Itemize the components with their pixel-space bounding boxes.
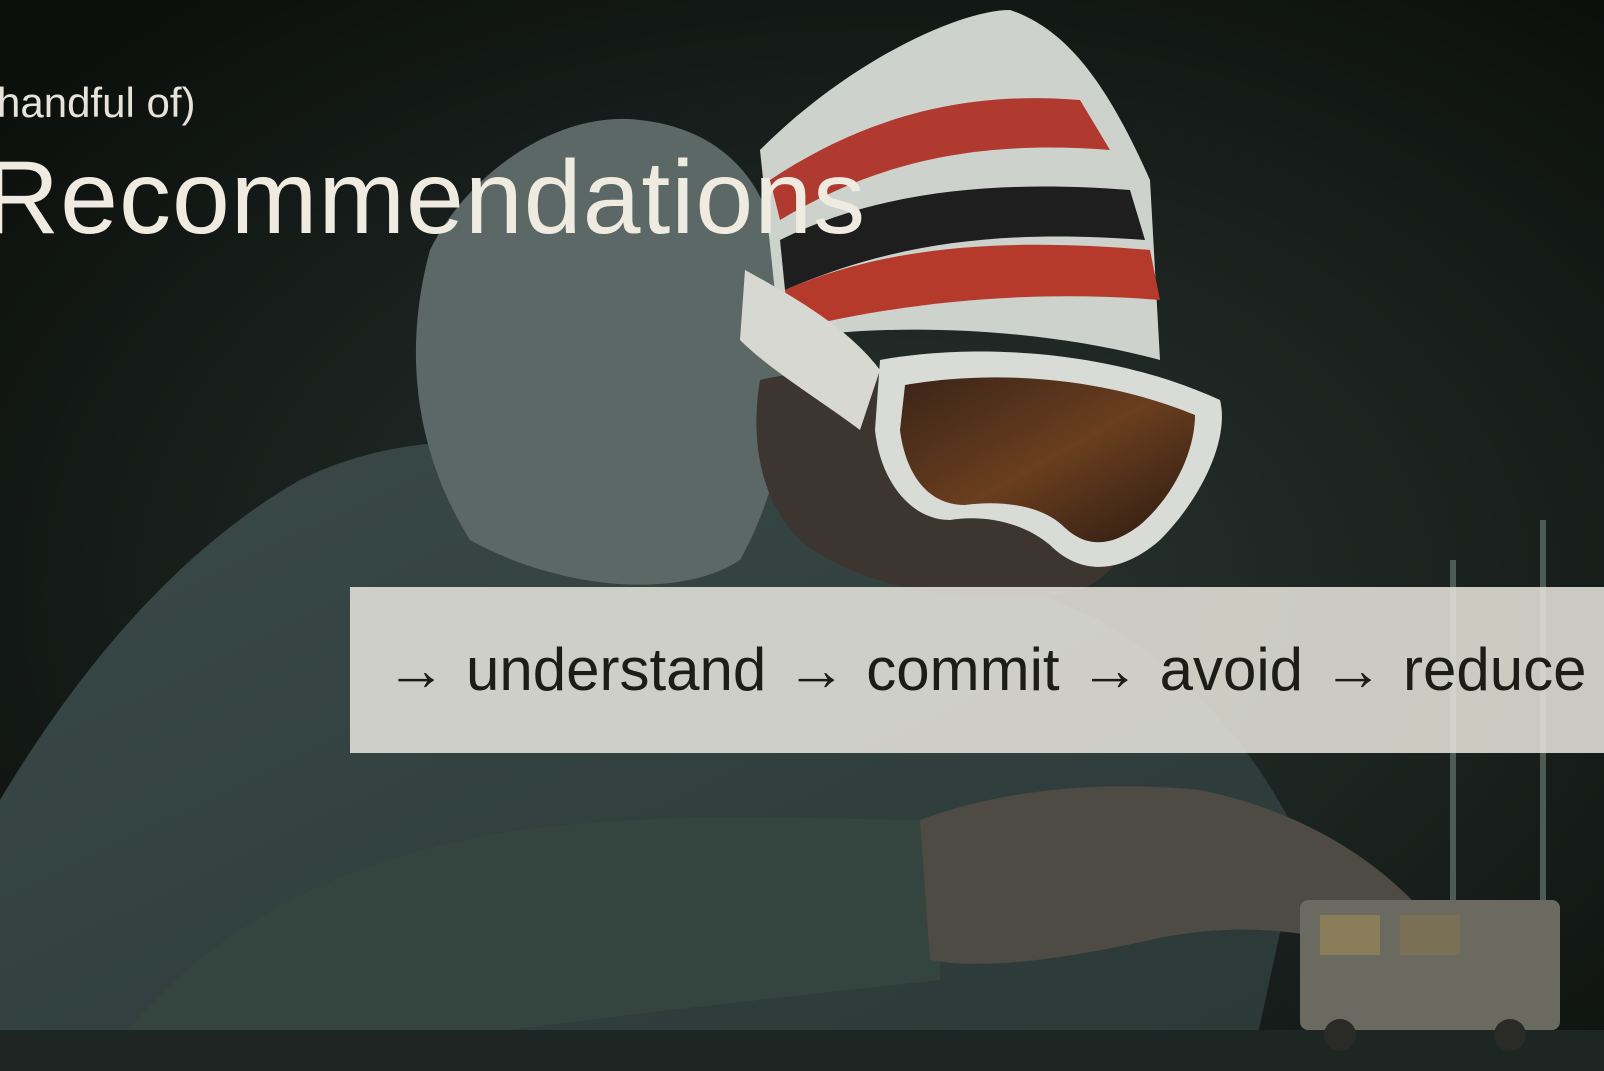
slide: handful of) Recommendations → understand… (0, 0, 1604, 1071)
step-label: commit (866, 636, 1060, 703)
steps-bar: → understand → commit → avoid → reduce (350, 587, 1604, 753)
step-label: reduce (1403, 636, 1587, 703)
right-arrow-icon: → (786, 636, 847, 703)
step-label: understand (466, 636, 767, 703)
slide-title: Recommendations (0, 140, 867, 256)
right-arrow-icon: → (1323, 636, 1384, 703)
right-arrow-icon: → (1079, 636, 1140, 703)
slide-subtitle: handful of) (0, 79, 196, 126)
step-commit: → commit (786, 640, 1059, 700)
step-reduce: → reduce (1323, 640, 1586, 700)
step-label: avoid (1159, 636, 1304, 703)
step-avoid: → avoid (1080, 640, 1303, 700)
table-shape (0, 1030, 1604, 1071)
right-arrow-icon: → (386, 636, 446, 703)
step-understand: → understand (386, 640, 766, 700)
